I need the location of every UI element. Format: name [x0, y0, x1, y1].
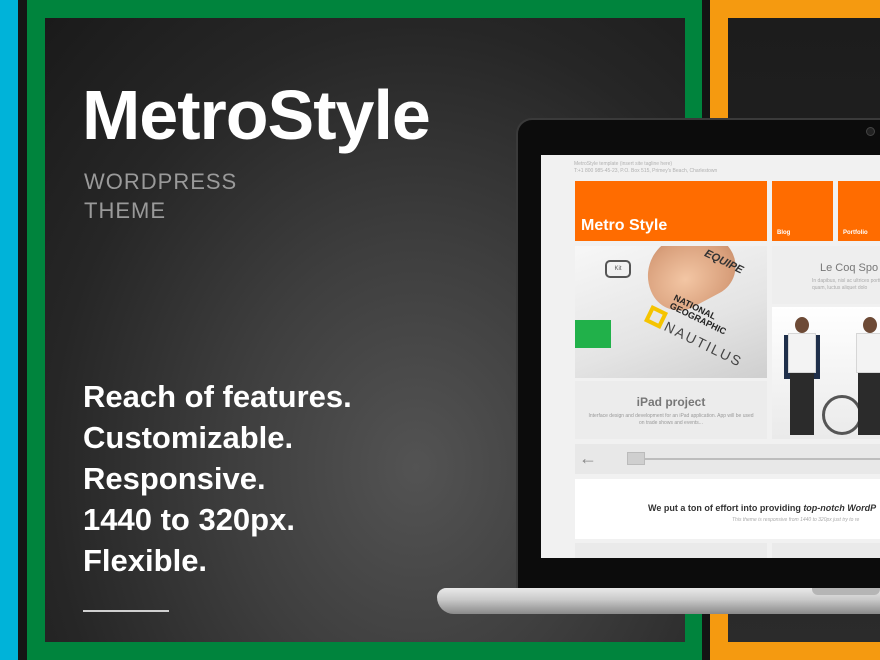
promo-emphasis: top-notch WordP — [803, 503, 877, 513]
ipad-project-card[interactable]: iPad project Interface design and develo… — [575, 381, 767, 439]
metro-style-tile[interactable]: Metro Style — [575, 181, 767, 241]
lecoq-card[interactable]: Le Coq Spo In dapibus, nisl ac ultrices … — [772, 246, 880, 304]
card-description: Interface design and development for an … — [588, 413, 754, 426]
tile-label: Blog — [777, 230, 791, 236]
carousel-controls: ← — [575, 444, 880, 474]
green-square — [575, 320, 611, 348]
divider-line — [83, 610, 169, 612]
site-header-text: MetroStyle template (insert site tagline… — [574, 161, 774, 175]
arrow-left-icon[interactable]: ← — [579, 448, 597, 468]
feature-item: 1440 to 320px. — [83, 502, 295, 537]
tile-label: Metro Style — [581, 217, 668, 234]
speech-bubble-icon: Kit — [605, 260, 631, 278]
laptop-screen: MetroStyle template (insert site tagline… — [541, 155, 880, 558]
carousel-scroll-track[interactable] — [627, 458, 880, 460]
bottom-card — [772, 543, 880, 558]
card-title: Le Coq Spo — [820, 262, 879, 274]
card-title: iPad project — [636, 395, 706, 409]
tile-label: Portfolio — [843, 230, 868, 236]
subtitle-line: WORDPRESS — [84, 169, 238, 194]
carousel-scroll-thumb[interactable] — [627, 452, 645, 465]
banner-subtitle: WORDPRESS THEME — [84, 167, 237, 225]
feature-item: Reach of features. — [83, 379, 352, 414]
portfolio-tile[interactable]: Portfolio — [838, 181, 880, 241]
blog-tile[interactable]: Blog — [772, 181, 833, 241]
person-figure — [854, 317, 880, 435]
person-figure — [784, 317, 820, 435]
card-description: In dapibus, nisl ac ultrices porttitor q… — [812, 278, 880, 291]
laptop-base-notch — [812, 588, 880, 595]
feature-item: Customizable. — [83, 420, 294, 455]
lecoq-photo[interactable] — [772, 307, 880, 439]
promo-block: We put a ton of effort into providing to… — [575, 479, 880, 539]
site-tagline: MetroStyle template (insert site tagline… — [574, 161, 673, 167]
banner-title: MetroStyle — [82, 76, 431, 154]
feature-item: Flexible. — [83, 543, 208, 578]
blue-border-strip — [0, 0, 18, 660]
feature-list: Reach of features. Customizable. Respons… — [83, 376, 352, 581]
camera-icon — [866, 127, 875, 136]
bottom-card — [575, 543, 767, 558]
ipad-project-image[interactable]: Kit NATIONAL GEOGRAPHIC NAUTILUS EQUIPE — [575, 246, 767, 378]
feature-item: Responsive. — [83, 461, 266, 496]
subtitle-line: THEME — [84, 198, 166, 223]
site-contact: T:+1 800 985-45-23, P.O. Box 515, Primey… — [574, 168, 718, 174]
promo-prefix: We put a ton of effort into providing — [648, 503, 804, 513]
dark-border-strip — [18, 0, 27, 660]
promo-text: We put a ton of effort into providing to… — [648, 503, 876, 513]
promo-subtext: This theme is responsive from 1440 to 32… — [732, 517, 860, 523]
